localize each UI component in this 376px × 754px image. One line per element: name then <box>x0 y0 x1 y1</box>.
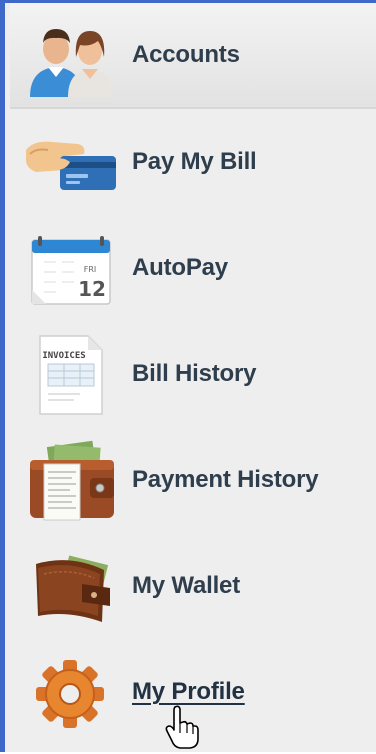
wallet-icon <box>26 544 118 628</box>
menu-item-pay-my-bill[interactable]: Pay My Bill <box>10 109 376 215</box>
calendar-icon: FRI 12 <box>26 226 118 310</box>
receipt-wallet-icon <box>26 438 118 522</box>
hand-pointer-cursor-icon <box>165 705 199 749</box>
menu-item-label: Pay My Bill <box>132 148 257 175</box>
users-icon <box>26 13 118 97</box>
menu-item-label: My Wallet <box>132 572 240 599</box>
account-sidebar-menu: Accounts Pay My Bill FRI 12 AutoPay INVO… <box>0 0 376 752</box>
invoice-heading: INVOICES <box>42 351 85 361</box>
menu-item-label: Bill History <box>132 360 257 387</box>
menu-item-label: Accounts <box>132 41 240 68</box>
calendar-day-number: 12 <box>78 277 106 301</box>
credit-card-icon <box>26 120 118 204</box>
menu-item-autopay[interactable]: FRI 12 AutoPay <box>10 215 376 321</box>
menu-item-payment-history[interactable]: Payment History <box>10 427 376 533</box>
menu-item-label: Payment History <box>132 466 319 493</box>
gear-icon <box>26 650 118 734</box>
menu-item-label: AutoPay <box>132 254 228 281</box>
invoice-icon: INVOICES <box>26 332 118 416</box>
menu-item-accounts[interactable]: Accounts <box>10 3 376 109</box>
menu-item-bill-history[interactable]: INVOICES Bill History <box>10 321 376 427</box>
menu-item-my-wallet[interactable]: My Wallet <box>10 533 376 639</box>
menu-item-label: My Profile <box>132 678 245 705</box>
calendar-day-abbr: FRI <box>84 265 97 274</box>
